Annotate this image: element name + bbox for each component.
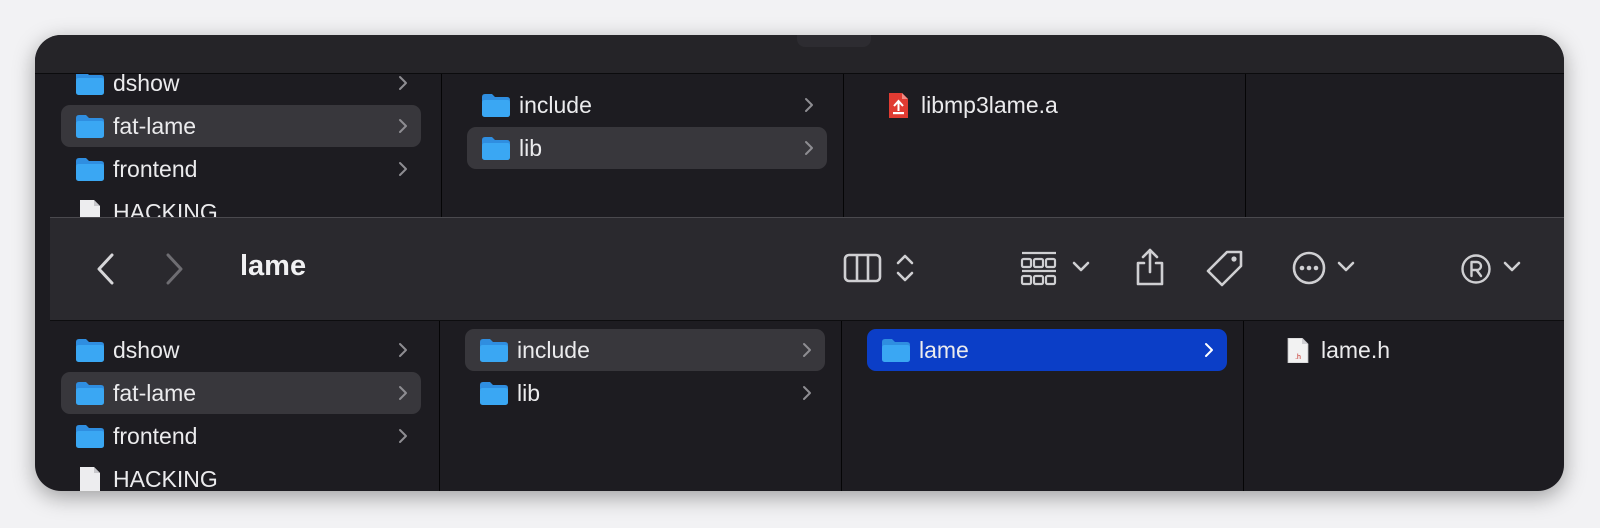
chevron-right-icon [803,343,811,357]
back-icon[interactable] [94,251,118,287]
folder-icon [480,339,508,362]
column-view-icon[interactable] [843,252,883,284]
folder-icon [76,425,104,448]
file-row-libmp3lame-a[interactable]: libmp3lame.a [869,84,1229,126]
chevron-right-icon [805,141,813,155]
file-name: lame [919,336,969,363]
folder-icon [76,382,104,405]
file-name: frontend [113,422,198,449]
file-name: frontend [113,155,198,182]
file-name: lib [519,134,543,161]
file-row-hacking[interactable]: HACKING [61,458,421,491]
folder-icon [882,339,910,362]
file-row-fat-lame[interactable]: fat-lame [61,372,421,414]
file-name: lib [517,379,541,406]
file-name: include [519,91,592,118]
folder-icon [76,158,104,181]
file-row-frontend[interactable]: frontend [61,148,421,190]
folder-icon [76,115,104,138]
toolbar: lame [50,217,1564,321]
chevron-right-icon [399,386,407,400]
chevron-down-icon[interactable] [1071,260,1091,274]
chevron-right-icon [399,76,407,90]
hidden-toolbar-strip [35,35,1564,74]
chevron-right-icon [399,429,407,443]
file-name: HACKING [113,465,218,492]
chevron-down-icon[interactable] [1502,260,1522,274]
file-row-lib[interactable]: lib [467,127,827,169]
svg-text:.h: .h [1295,354,1301,361]
lower-column-2: include lib [439,319,842,491]
file-name: include [517,336,590,363]
file-row-dshow[interactable]: dshow [61,74,421,104]
file-row-lib[interactable]: lib [465,372,825,414]
chevron-right-icon [399,162,407,176]
file-name: dshow [113,74,180,96]
lower-column-1: dshowfat-lamefrontendHACKINGi386 [35,319,440,491]
file-row-include[interactable]: include [467,84,827,126]
document-icon [80,467,100,491]
forward-icon[interactable] [162,251,186,287]
file-row-frontend[interactable]: frontend [61,415,421,457]
header-file-icon: .h [1287,338,1309,363]
registered-icon[interactable] [1460,253,1492,285]
window-title: lame [240,250,307,282]
folder-icon [482,137,510,160]
chevron-right-icon [803,386,811,400]
file-name: fat-lame [113,379,197,406]
folder-icon [76,339,104,362]
folder-icon [76,74,104,95]
file-name: libmp3lame.a [921,91,1058,118]
view-switch-arrows-icon[interactable] [894,251,916,285]
archive-file-icon [889,93,908,118]
file-row-dshow[interactable]: dshow [61,329,421,371]
lower-column-browser: dshowfat-lamefrontendHACKINGi386 include… [35,319,1564,491]
folder-icon [480,382,508,405]
file-name: fat-lame [113,112,197,139]
chevron-right-icon [1205,343,1213,357]
group-icon[interactable] [1020,250,1060,286]
file-row-lame[interactable]: lame [867,329,1227,371]
file-name: lame.h [1321,336,1391,363]
chevron-right-icon [805,98,813,112]
finder-window: dshow fat-lame frontend HACKING include lib … [35,35,1564,491]
chevron-right-icon [399,119,407,133]
share-icon[interactable] [1133,246,1167,288]
more-icon[interactable] [1291,250,1327,286]
lower-column-4: .h lame.h [1243,319,1564,491]
file-row-fat-lame[interactable]: fat-lame [61,105,421,147]
file-row-lame-h[interactable]: .h lame.h [1269,329,1539,371]
file-name: dshow [113,336,180,363]
folder-icon [482,94,510,117]
lower-column-3: lame [841,319,1244,491]
chevron-right-icon [399,343,407,357]
file-row-include[interactable]: include [465,329,825,371]
hidden-toolbar-button [797,35,871,47]
chevron-down-icon[interactable] [1336,260,1356,274]
tag-icon[interactable] [1205,249,1245,289]
